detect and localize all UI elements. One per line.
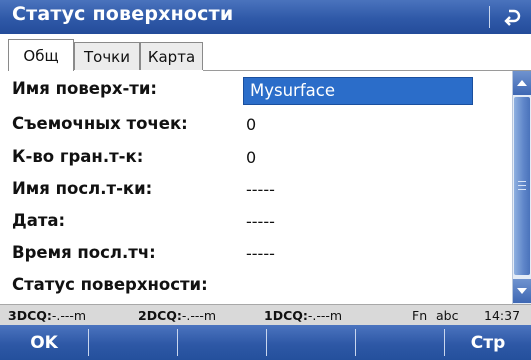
date-label: Дата:	[12, 211, 66, 230]
quality-2d: 2DCQ:-.---m	[138, 308, 216, 323]
ok-button[interactable]: OK	[0, 325, 88, 360]
quality-3d-label: 3DCQ:	[8, 308, 52, 323]
arrow-down-icon	[517, 288, 527, 294]
surface-name-label: Имя поверх-ти:	[12, 79, 158, 98]
last-point-time-value: -----	[246, 244, 275, 263]
f5-key[interactable]	[356, 325, 444, 360]
grip-line	[518, 185, 526, 186]
back-button[interactable]	[496, 3, 528, 31]
last-point-name-value: -----	[246, 180, 275, 199]
grip-line	[518, 189, 526, 190]
f3-key[interactable]	[178, 325, 266, 360]
boundary-points-value: 0	[246, 148, 257, 167]
surface-status-label: Статус поверхности:	[12, 275, 208, 294]
arrow-up-icon	[517, 80, 527, 86]
tab-map[interactable]: Карта	[140, 42, 203, 70]
page-button[interactable]: Стр	[445, 325, 531, 360]
survey-points-label: Съемочных точек:	[12, 114, 188, 133]
function-key-bar: OK Стр	[0, 325, 531, 360]
status-bar: 3DCQ:-.---m 2DCQ:-.---m 1DCQ:-.---m Fn a…	[0, 304, 531, 325]
last-point-name-label: Имя посл.т-ки:	[12, 179, 153, 198]
clock: 14:37	[484, 308, 521, 323]
scroll-up-button[interactable]	[513, 71, 531, 95]
last-point-time-label: Время посл.тч:	[12, 243, 156, 262]
window-title: Статус поверхности	[12, 3, 234, 25]
quality-1d-value: -.---m	[307, 308, 343, 323]
quality-1d: 1DCQ:-.---m	[264, 308, 342, 323]
f4-key[interactable]	[267, 325, 355, 360]
scroll-thumb[interactable]	[514, 97, 530, 275]
quality-2d-label: 2DCQ:	[138, 308, 182, 323]
scroll-down-button[interactable]	[513, 279, 531, 303]
quality-2d-value: -.---m	[181, 308, 217, 323]
survey-points-value: 0	[246, 115, 257, 134]
quality-3d: 3DCQ:-.---m	[8, 308, 86, 323]
input-mode-indicator: abc	[436, 308, 459, 323]
f2-key[interactable]	[89, 325, 177, 360]
vertical-scrollbar[interactable]	[512, 71, 531, 304]
tab-general[interactable]: Общ	[8, 39, 74, 71]
surface-status-panel: Имя поверх-ти: Mysurface Съемочных точек…	[0, 71, 512, 304]
grip-line	[518, 181, 526, 182]
title-bar: Статус поверхности	[0, 0, 531, 34]
title-divider	[489, 6, 490, 28]
tab-strip: Общ Точки Карта	[0, 34, 531, 71]
fn-indicator: Fn	[412, 308, 428, 323]
surface-name-field[interactable]: Mysurface	[243, 77, 473, 105]
tab-points[interactable]: Точки	[74, 42, 140, 70]
date-value: -----	[246, 212, 275, 231]
boundary-points-label: К-во гран.т-к:	[12, 147, 144, 166]
quality-1d-label: 1DCQ:	[264, 308, 308, 323]
quality-3d-value: -.---m	[51, 308, 87, 323]
back-arrow-icon	[504, 9, 521, 26]
